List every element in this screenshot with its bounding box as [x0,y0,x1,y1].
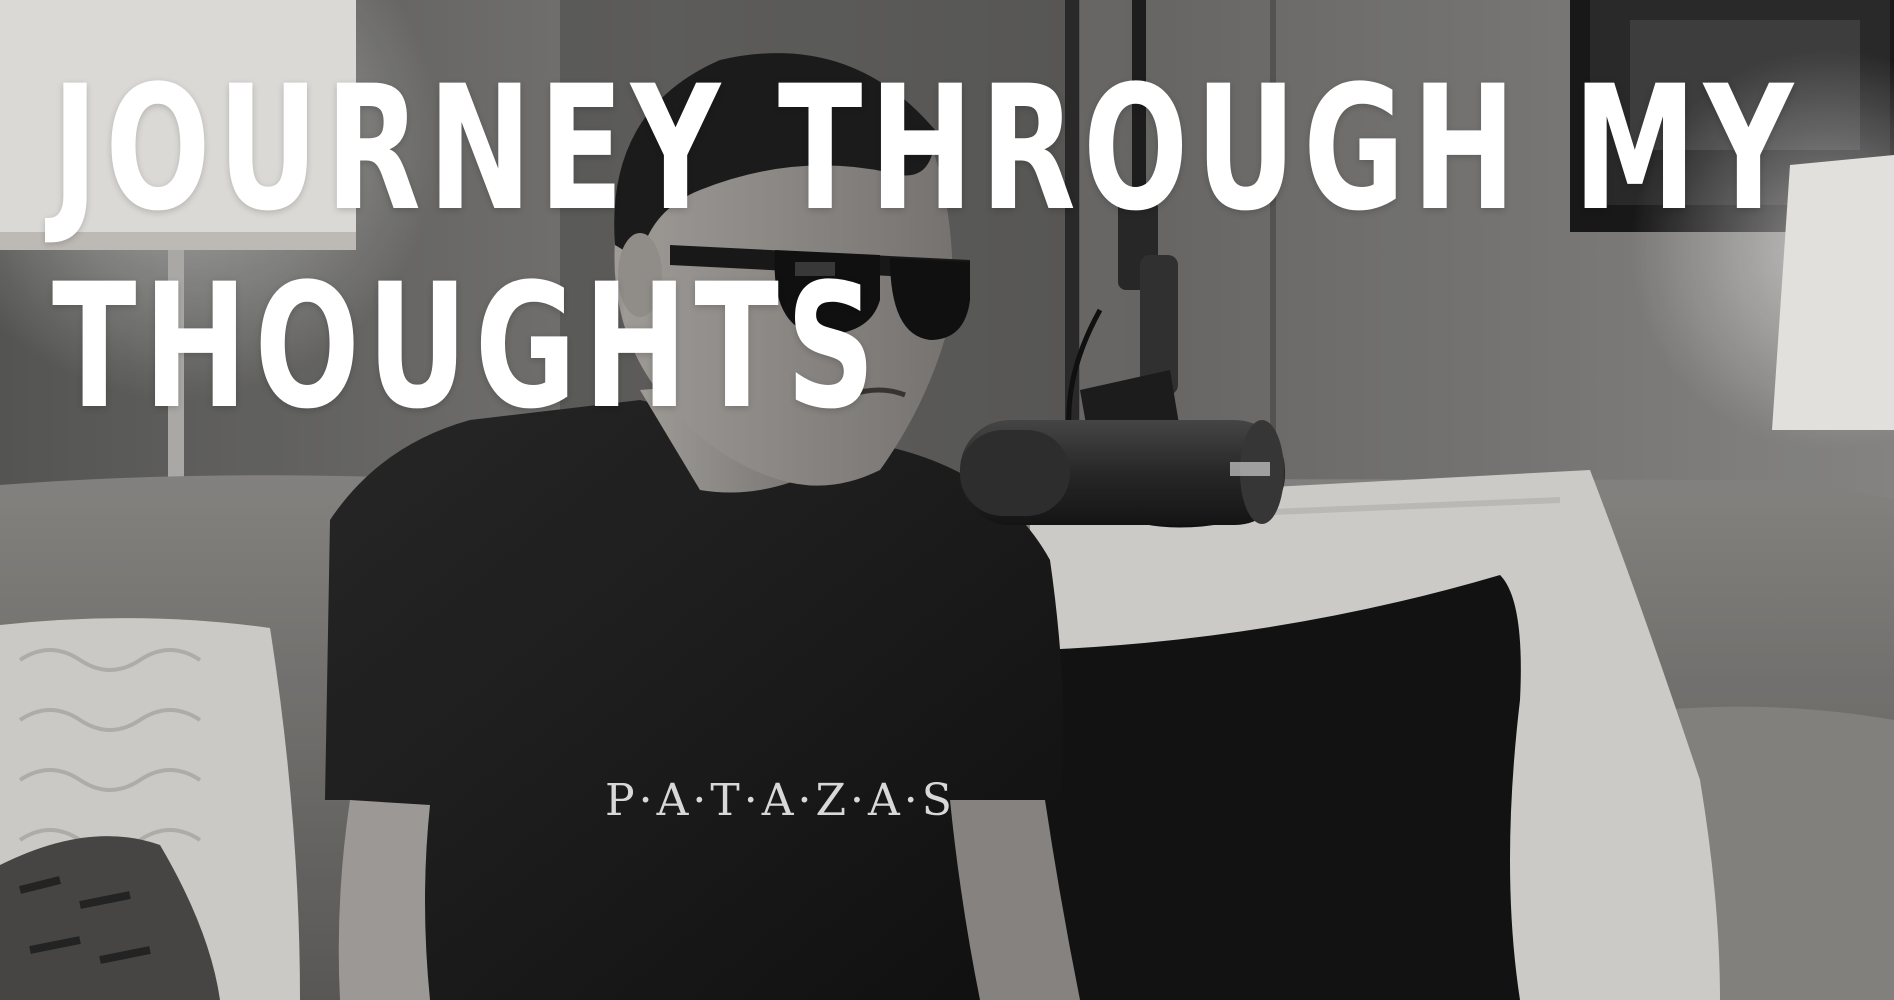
hero-banner: P·A·T·A·Z·A·S JOURNEY THROUGH MY THOUGHT… [0,0,1894,1000]
headline: JOURNEY THROUGH MY THOUGHTS [52,48,1801,447]
headline-line-1: JOURNEY THROUGH MY [52,48,1801,249]
headline-line-2: THOUGHTS [52,246,883,447]
